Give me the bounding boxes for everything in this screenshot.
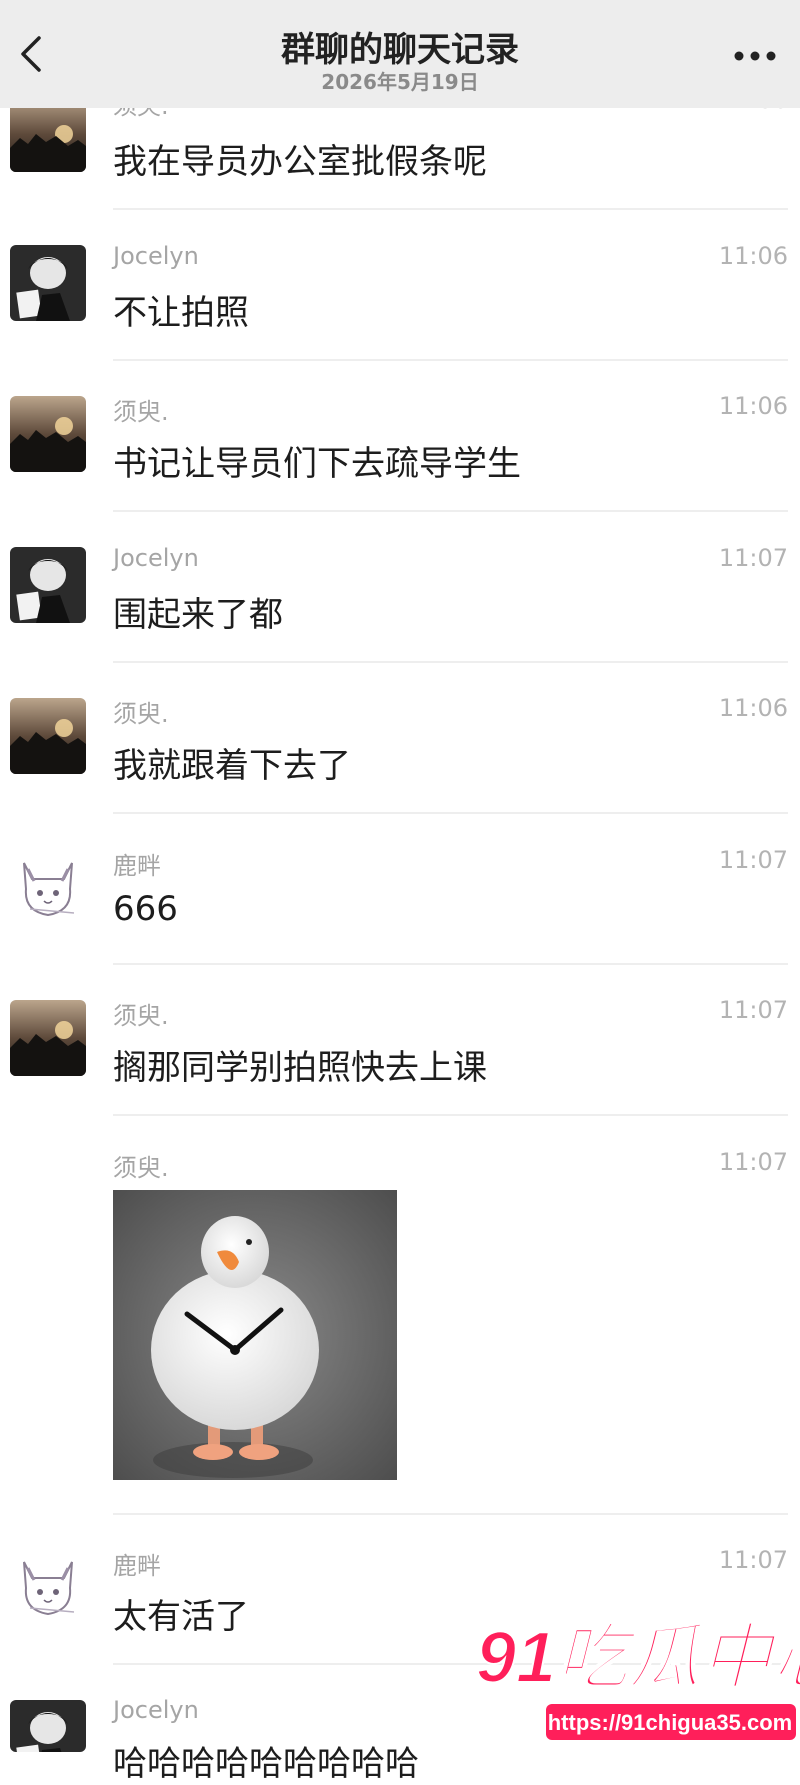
page-title: 群聊的聊天记录 <box>281 30 519 70</box>
sender-name: 须臾. <box>113 1002 169 1030</box>
more-button[interactable] <box>730 38 780 74</box>
message-time: 11:06 <box>718 242 788 270</box>
message-text[interactable]: 我在导员办公室批假条呢 <box>113 134 487 183</box>
message-text[interactable]: 哈哈哈哈哈哈哈哈哈 <box>113 1736 419 1785</box>
message-text[interactable]: 围起来了都 <box>113 587 283 636</box>
site-watermark: 91吃瓜中心 https://91chigua35.com <box>475 1610 800 1752</box>
watermark-brand: 91吃瓜中心 <box>476 1618 800 1698</box>
avatar[interactable] <box>10 1548 86 1624</box>
nav-bar: 群聊的聊天记录 2026年5月19日 <box>0 0 800 108</box>
divider <box>113 510 788 512</box>
divider <box>113 812 788 814</box>
message-time: 11:07 <box>718 846 788 874</box>
message-time: 11:07 <box>718 996 788 1024</box>
sender-name: Jocelyn <box>113 1696 199 1724</box>
duck-clock-sticker[interactable] <box>113 1190 397 1480</box>
divider <box>113 208 788 210</box>
message-text[interactable]: 书记让导员们下去疏导学生 <box>113 436 521 485</box>
sender-name: 鹿畔 <box>113 852 161 880</box>
message-text[interactable]: 太有活了 <box>113 1589 249 1638</box>
message-time: 11:06 <box>718 694 788 722</box>
avatar[interactable] <box>10 396 86 472</box>
sender-name: Jocelyn <box>113 544 199 572</box>
avatar[interactable] <box>10 547 86 623</box>
divider <box>113 1114 788 1116</box>
message-time: 11:06 <box>718 392 788 420</box>
avatar[interactable] <box>10 245 86 321</box>
sender-name: 须臾. <box>113 1154 169 1182</box>
divider <box>113 963 788 965</box>
divider <box>113 661 788 663</box>
sender-name: Jocelyn <box>113 242 199 270</box>
message-time: 11:07 <box>718 1148 788 1176</box>
sender-name: 须臾. <box>113 398 169 426</box>
divider <box>113 359 788 361</box>
sender-name: 须臾. <box>113 700 169 728</box>
message-time: 11:07 <box>718 1546 788 1574</box>
message-time: 11:07 <box>718 544 788 572</box>
message-text[interactable]: 我就跟着下去了 <box>113 738 351 787</box>
page-subtitle-date: 2026年5月19日 <box>321 70 479 94</box>
message-text[interactable]: 666 <box>113 889 178 929</box>
message-text[interactable]: 搁那同学别拍照快去上课 <box>113 1040 487 1089</box>
avatar[interactable] <box>10 1000 86 1076</box>
watermark-url: https://91chigua35.com <box>548 1710 793 1735</box>
avatar[interactable] <box>10 849 86 925</box>
more-dots-icon <box>734 51 776 61</box>
avatar[interactable] <box>10 698 86 774</box>
sender-name: 鹿畔 <box>113 1552 161 1580</box>
message-text[interactable]: 不让拍照 <box>113 285 249 334</box>
divider <box>113 1513 788 1515</box>
avatar[interactable] <box>10 1700 86 1752</box>
